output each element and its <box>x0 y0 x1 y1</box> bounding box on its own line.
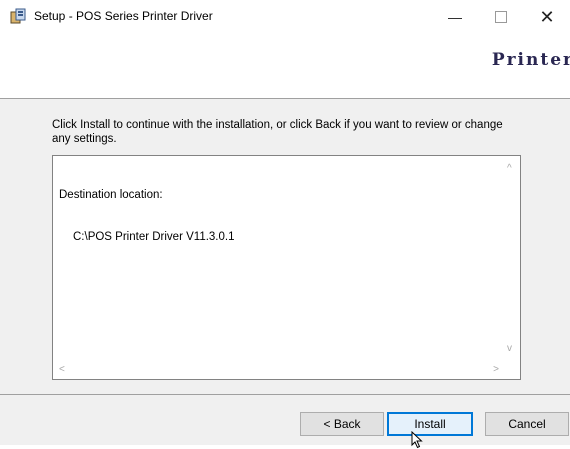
scroll-right-icon[interactable]: > <box>493 365 499 375</box>
maximize-icon <box>495 11 507 23</box>
minimize-icon: — <box>448 9 462 25</box>
maximize-button[interactable] <box>478 0 524 34</box>
settings-memo[interactable]: Destination location: C:\POS Printer Dri… <box>52 155 521 380</box>
back-button[interactable]: < Back <box>300 412 384 436</box>
minimize-button[interactable]: — <box>432 0 478 34</box>
wizard-header: Printer <box>0 34 570 98</box>
horizontal-scrollbar[interactable]: < > <box>53 362 503 379</box>
memo-content: Destination location: C:\POS Printer Dri… <box>59 160 234 272</box>
wizard-footer: < Back Install Cancel <box>0 395 570 445</box>
memo-line-destination-label: Destination location: <box>59 189 163 201</box>
close-icon: ✕ <box>539 6 555 27</box>
install-button[interactable]: Install <box>387 412 473 436</box>
scroll-left-icon[interactable]: < <box>59 365 65 375</box>
vertical-scrollbar[interactable]: ^ v <box>503 156 520 362</box>
brand-logo-text: Printer <box>491 50 570 70</box>
window-title: Setup - POS Series Printer Driver <box>34 9 213 23</box>
instruction-text: Click Install to continue with the insta… <box>52 119 503 145</box>
close-button[interactable]: ✕ <box>524 0 570 34</box>
setup-app-icon <box>10 8 26 24</box>
title-bar: Setup - POS Series Printer Driver — ✕ <box>0 0 570 34</box>
scrollbar-corner <box>503 362 520 379</box>
memo-line-destination-path: C:\POS Printer Driver V11.3.0.1 <box>73 231 235 243</box>
scroll-down-icon[interactable]: v <box>507 344 512 354</box>
mouse-pointer-icon <box>411 431 423 449</box>
scroll-up-icon[interactable]: ^ <box>507 164 512 174</box>
wizard-content: Click Install to continue with the insta… <box>0 99 570 394</box>
cancel-button[interactable]: Cancel <box>485 412 569 436</box>
